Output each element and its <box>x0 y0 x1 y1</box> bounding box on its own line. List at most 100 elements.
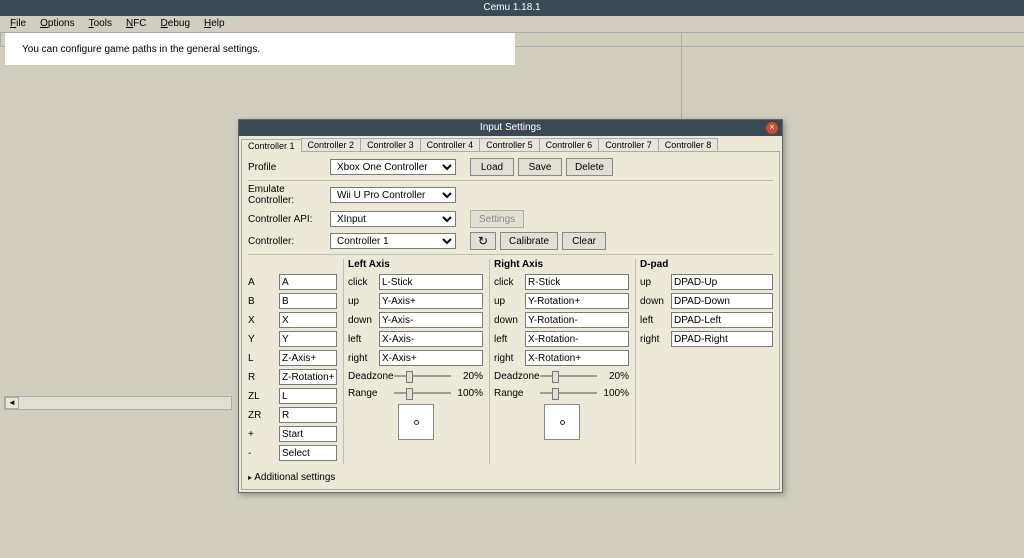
clear-button[interactable]: Clear <box>562 232 606 250</box>
menubar: File Options Tools NFC Debug Help <box>0 16 1024 32</box>
left-axis-map-input[interactable] <box>379 350 483 366</box>
button-map-row: - <box>248 445 337 461</box>
right-axis-map-input[interactable] <box>525 293 629 309</box>
button-map-row: ZL <box>248 388 337 404</box>
dialog-body: Profile Xbox One Controller Load Save De… <box>241 151 780 490</box>
button-map-label: L <box>248 353 276 364</box>
button-map-input[interactable] <box>279 369 337 385</box>
tab-controller-8[interactable]: Controller 8 <box>658 138 719 151</box>
emulate-label: Emulate Controller: <box>248 184 326 206</box>
menu-options[interactable]: Options <box>34 16 80 32</box>
config-hint: You can configure game paths in the gene… <box>5 33 515 65</box>
button-map-input[interactable] <box>279 445 337 461</box>
profile-select[interactable]: Xbox One Controller <box>330 159 456 175</box>
tab-controller-1[interactable]: Controller 1 <box>241 139 302 152</box>
tab-controller-2[interactable]: Controller 2 <box>301 138 362 151</box>
right-axis-map-input[interactable] <box>525 331 629 347</box>
right-axis-map-row: down <box>494 312 629 328</box>
profile-label: Profile <box>248 162 326 173</box>
menu-help[interactable]: Help <box>198 16 231 32</box>
scroll-left-icon[interactable]: ◄ <box>5 397 19 409</box>
right-axis-map-row: click <box>494 274 629 290</box>
dpad-map-input[interactable] <box>671 274 773 290</box>
deadzone-slider-l[interactable] <box>394 369 451 383</box>
api-select[interactable]: XInput <box>330 211 456 227</box>
tab-controller-4[interactable]: Controller 4 <box>420 138 481 151</box>
dpad-map-input[interactable] <box>671 312 773 328</box>
dpad-map-row: right <box>640 331 773 347</box>
right-axis-map-input[interactable] <box>525 312 629 328</box>
calibrate-button[interactable]: Calibrate <box>500 232 558 250</box>
right-axis-map-label: click <box>494 277 522 288</box>
save-button[interactable]: Save <box>518 158 562 176</box>
left-axis-map-label: right <box>348 353 376 364</box>
left-axis-map-input[interactable] <box>379 312 483 328</box>
left-axis-map-input[interactable] <box>379 331 483 347</box>
left-axis-map-row: click <box>348 274 483 290</box>
button-map-input[interactable] <box>279 331 337 347</box>
button-map-row: R <box>248 369 337 385</box>
controller-tabs: Controller 1 Controller 2 Controller 3 C… <box>239 136 782 151</box>
right-axis-map-row: right <box>494 350 629 366</box>
button-map-input[interactable] <box>279 293 337 309</box>
menu-tools[interactable]: Tools <box>83 16 118 32</box>
button-map-input[interactable] <box>279 388 337 404</box>
dpad-map-row: up <box>640 274 773 290</box>
dpad-map-input[interactable] <box>671 293 773 309</box>
deadzone-slider-r[interactable] <box>540 369 597 383</box>
dpad-map-row: left <box>640 312 773 328</box>
button-map-input[interactable] <box>279 426 337 442</box>
tab-controller-6[interactable]: Controller 6 <box>539 138 600 151</box>
tab-controller-5[interactable]: Controller 5 <box>479 138 540 151</box>
scroll-track[interactable] <box>19 397 231 409</box>
button-map-input[interactable] <box>279 312 337 328</box>
range-label-l: Range <box>348 388 390 399</box>
right-axis-map-input[interactable] <box>525 274 629 290</box>
load-button[interactable]: Load <box>470 158 514 176</box>
emulate-select[interactable]: Wii U Pro Controller <box>330 187 456 203</box>
left-axis-map-row: right <box>348 350 483 366</box>
tab-controller-3[interactable]: Controller 3 <box>360 138 421 151</box>
left-stick-preview <box>398 404 434 440</box>
additional-settings-expander[interactable]: Additional settings <box>248 472 773 483</box>
deadzone-value-l: 20% <box>455 371 483 382</box>
menu-file[interactable]: File <box>4 16 32 32</box>
left-axis-map-row: down <box>348 312 483 328</box>
dpad-head: D-pad <box>640 259 773 271</box>
right-axis-map-label: up <box>494 296 522 307</box>
deadzone-value-r: 20% <box>601 371 629 382</box>
right-axis-map-label: right <box>494 353 522 364</box>
left-axis-map-label: up <box>348 296 376 307</box>
left-axis-column: Left Axis clickupdownleftright Deadzone … <box>348 259 490 464</box>
left-axis-head: Left Axis <box>348 259 483 271</box>
horizontal-scrollbar[interactable]: ◄ <box>4 396 232 410</box>
controller-select[interactable]: Controller 1 <box>330 233 456 249</box>
button-map-label: X <box>248 315 276 326</box>
right-axis-map-row: left <box>494 331 629 347</box>
deadzone-label-l: Deadzone <box>348 371 390 382</box>
tab-controller-7[interactable]: Controller 7 <box>598 138 659 151</box>
button-map-input[interactable] <box>279 274 337 290</box>
dpad-map-label: down <box>640 296 668 307</box>
button-map-row: B <box>248 293 337 309</box>
button-map-label: B <box>248 296 276 307</box>
left-axis-map-input[interactable] <box>379 293 483 309</box>
settings-button[interactable]: Settings <box>470 210 524 228</box>
dpad-map-input[interactable] <box>671 331 773 347</box>
delete-button[interactable]: Delete <box>566 158 613 176</box>
right-axis-head: Right Axis <box>494 259 629 271</box>
close-icon[interactable]: × <box>766 122 778 134</box>
dialog-title: Input Settings × <box>239 120 782 136</box>
right-axis-map-input[interactable] <box>525 350 629 366</box>
button-map-input[interactable] <box>279 407 337 423</box>
menu-debug[interactable]: Debug <box>155 16 196 32</box>
left-axis-map-label: left <box>348 334 376 345</box>
button-map-input[interactable] <box>279 350 337 366</box>
button-map-label: Y <box>248 334 276 345</box>
left-axis-map-input[interactable] <box>379 274 483 290</box>
range-value-l: 100% <box>455 388 483 399</box>
refresh-icon[interactable]: ↻ <box>470 232 496 250</box>
menu-nfc[interactable]: NFC <box>120 16 153 32</box>
range-slider-r[interactable] <box>540 386 597 400</box>
range-slider-l[interactable] <box>394 386 451 400</box>
